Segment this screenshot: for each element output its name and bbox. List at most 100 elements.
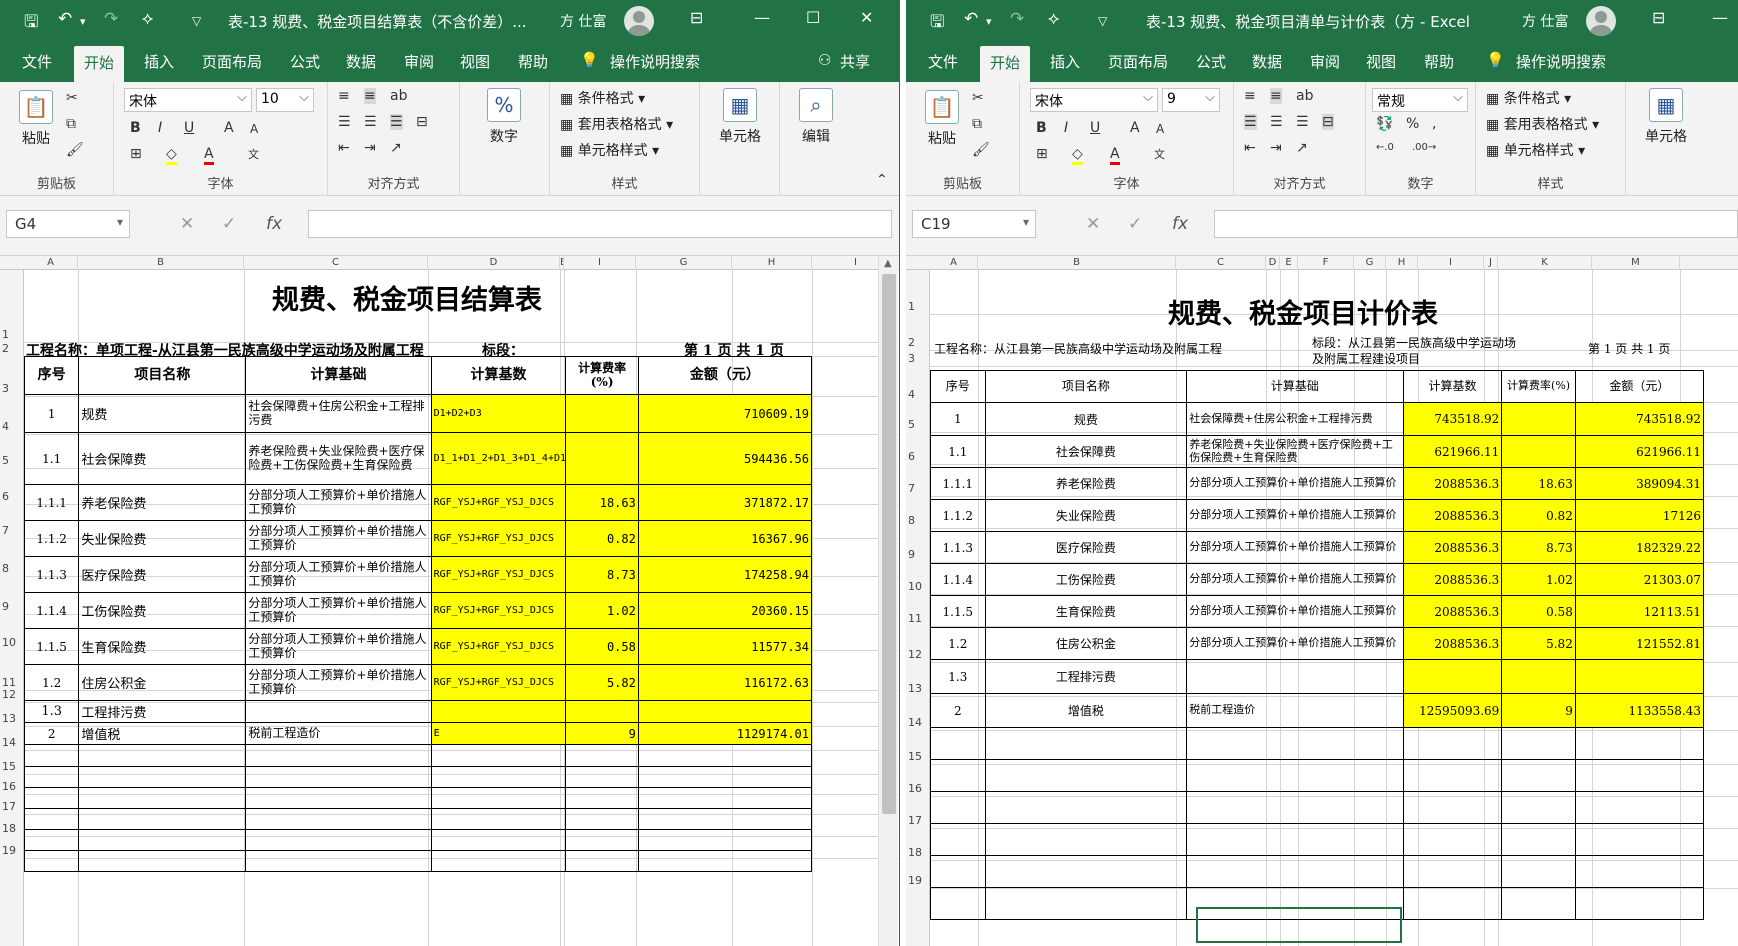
table-cell[interactable] [1501, 435, 1576, 468]
table-cell[interactable]: 11577.34 [637, 628, 813, 665]
table-cell[interactable]: 18.63 [565, 484, 639, 521]
table-cell[interactable]: 规费 [78, 394, 247, 433]
tab-file[interactable]: 文件 [928, 51, 958, 72]
table-cell[interactable]: 生育保险费 [78, 628, 247, 665]
align-right-icon[interactable]: ☰ [1296, 114, 1309, 130]
table-cell[interactable]: 1.1.3 [930, 531, 986, 564]
cut-icon[interactable]: ✂ [972, 90, 984, 106]
table-cell[interactable]: 分部分项人工预算价+单价措施人工预算价 [1186, 563, 1404, 596]
table-cell[interactable] [1574, 659, 1705, 694]
number-format-button[interactable]: % 数字 [474, 88, 534, 146]
empty-cell[interactable] [565, 744, 639, 767]
table-cell[interactable]: 社会保障费+住房公积金+工程排污费 [1186, 402, 1404, 436]
align-center-icon[interactable]: ☰ [364, 114, 377, 130]
table-cell[interactable]: 2088536.3 [1402, 467, 1503, 500]
empty-cell[interactable] [565, 808, 639, 830]
row-header[interactable]: 7 [0, 524, 24, 537]
table-cell[interactable]: 371872.17 [637, 484, 813, 521]
save-icon[interactable]: 🖫 [24, 9, 38, 38]
enter-icon[interactable]: ✓ [1128, 214, 1142, 234]
empty-cell[interactable] [430, 829, 567, 851]
table-cell[interactable]: 分部分项人工预算价+单价措施人工预算价 [245, 520, 432, 557]
format-as-table-button[interactable]: ▦ 套用表格格式 ▾ [560, 114, 673, 134]
column-header[interactable]: D [428, 256, 560, 270]
empty-cell[interactable] [23, 829, 80, 851]
font-name-combo[interactable]: 宋体 [1030, 88, 1158, 112]
empty-cell[interactable] [245, 829, 432, 851]
empty-cell[interactable] [930, 855, 986, 888]
table-cell[interactable]: 174258.94 [637, 556, 813, 593]
table-cell[interactable]: 2088536.3 [1402, 627, 1503, 660]
undo-dropdown-icon[interactable]: ▾ [986, 15, 992, 28]
underline-icon[interactable]: U [1090, 120, 1100, 136]
empty-cell[interactable] [23, 787, 80, 809]
percent-icon[interactable]: % [1406, 116, 1419, 132]
table-cell[interactable] [1402, 659, 1503, 694]
undo-icon[interactable]: ↶ [964, 9, 978, 29]
table-cell[interactable]: 医疗保险费 [984, 531, 1188, 564]
table-cell[interactable]: 1.1.4 [23, 592, 80, 629]
minimize-icon[interactable]: — [754, 8, 770, 27]
vertical-scrollbar[interactable]: ▲ [878, 256, 898, 946]
editing-button[interactable]: ⌕ 编辑 [786, 88, 846, 146]
table-cell[interactable]: 2088536.3 [1402, 563, 1503, 596]
currency-icon[interactable]: 💱 [1376, 116, 1393, 132]
row-header[interactable]: 17 [0, 800, 24, 813]
minimize-icon[interactable]: — [1712, 8, 1728, 27]
table-cell[interactable]: 18.63 [1501, 467, 1576, 500]
conditional-format-button[interactable]: ▦ 条件格式 ▾ [1486, 88, 1571, 108]
table-cell[interactable]: 税前工程造价 [1186, 693, 1404, 728]
empty-cell[interactable] [984, 759, 1188, 792]
table-cell[interactable]: RGF_YSJ+RGF_YSJ_DJCS [430, 592, 567, 629]
empty-cell[interactable] [78, 829, 247, 851]
table-cell[interactable]: 2 [23, 722, 80, 745]
table-cell[interactable]: RGF_YSJ+RGF_YSJ_DJCS [430, 556, 567, 593]
save-icon[interactable]: 🖫 [930, 9, 944, 38]
share-button[interactable]: 共享 [840, 51, 870, 72]
table-cell[interactable]: 2088536.3 [1402, 531, 1503, 564]
table-cell[interactable]: 住房公积金 [78, 664, 247, 701]
table-cell[interactable]: 社会保障费 [984, 435, 1188, 468]
empty-cell[interactable] [1574, 887, 1705, 920]
row-header[interactable]: 8 [906, 514, 930, 527]
empty-cell[interactable] [565, 850, 639, 872]
column-header[interactable]: E [1280, 256, 1298, 270]
empty-cell[interactable] [1402, 759, 1503, 792]
cut-icon[interactable]: ✂ [66, 90, 78, 106]
table-cell[interactable]: 389094.31 [1574, 467, 1705, 500]
tab-help[interactable]: 帮助 [1424, 51, 1454, 72]
table-cell[interactable]: 养老保险费 [78, 484, 247, 521]
empty-cell[interactable] [637, 766, 813, 788]
undo-dropdown-icon[interactable]: ▾ [80, 15, 86, 28]
format-painter-icon[interactable]: 🖌 [66, 142, 84, 158]
row-header[interactable]: 10 [906, 580, 930, 593]
empty-cell[interactable] [78, 808, 247, 830]
table-cell[interactable]: 增值税 [984, 693, 1188, 728]
row-header[interactable]: 16 [0, 780, 24, 793]
align-middle-icon[interactable]: ≡ [364, 88, 376, 104]
orientation-icon[interactable]: ↗ [1296, 140, 1308, 156]
column-header[interactable]: J [1484, 256, 1498, 270]
undo-icon[interactable]: ↶ [58, 9, 72, 29]
tab-formulas[interactable]: 公式 [1196, 51, 1226, 72]
empty-cell[interactable] [984, 727, 1188, 760]
align-left-icon[interactable]: ☰ [1244, 114, 1257, 130]
decrease-decimal-icon[interactable]: .00→ [1412, 142, 1436, 153]
table-cell[interactable]: 税前工程造价 [245, 722, 432, 745]
fill-color-icon[interactable]: ◇ [1072, 146, 1083, 165]
empty-cell[interactable] [23, 744, 80, 767]
table-cell[interactable]: 1.3 [930, 659, 986, 694]
table-cell[interactable]: 工程排污费 [984, 659, 1188, 694]
table-cell[interactable]: 分部分项人工预算价+单价措施人工预算价 [245, 556, 432, 593]
align-center-icon[interactable]: ☰ [1270, 114, 1283, 130]
table-cell[interactable]: RGF_YSJ+RGF_YSJ_DJCS [430, 628, 567, 665]
table-cell[interactable]: 0.82 [1501, 499, 1576, 532]
empty-cell[interactable] [430, 850, 567, 872]
column-header[interactable]: C [1176, 256, 1266, 270]
shrink-font-icon[interactable]: A [1156, 122, 1164, 136]
avatar[interactable] [1586, 6, 1616, 36]
row-header[interactable]: 9 [906, 548, 930, 561]
table-cell[interactable]: 1.1.5 [23, 628, 80, 665]
tab-help[interactable]: 帮助 [518, 51, 548, 72]
table-cell[interactable]: RGF_YSJ+RGF_YSJ_DJCS [430, 664, 567, 701]
